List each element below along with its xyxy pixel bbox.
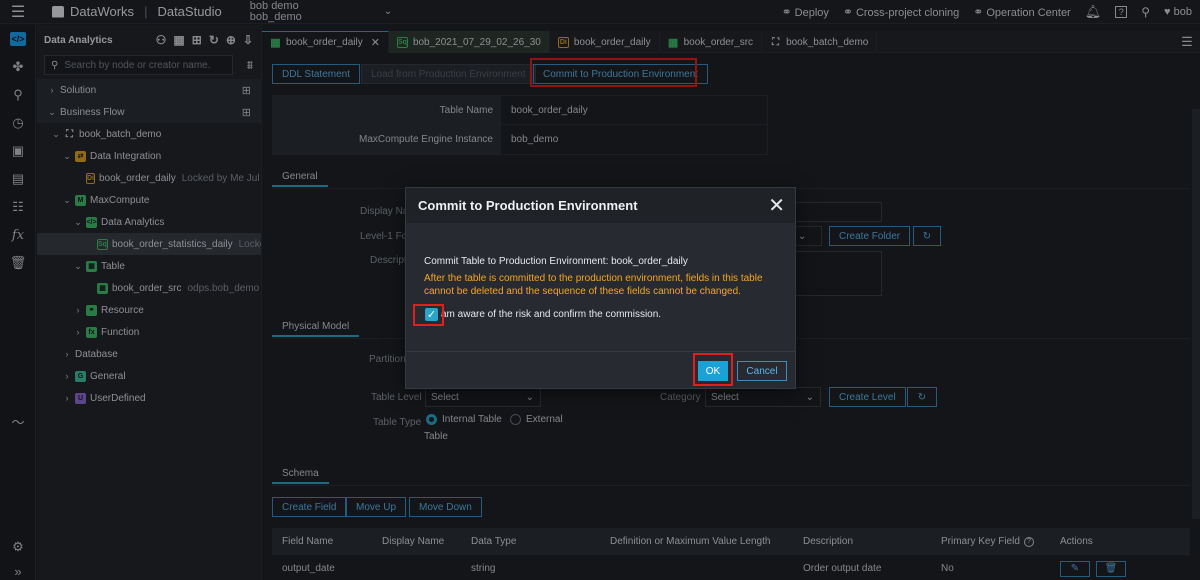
commit-dialog: Commit to Production Environment ✕ Commi… [405, 187, 796, 389]
risk-confirm-checkbox[interactable]: ✓ am aware of the risk and confirm the c… [424, 308, 777, 321]
dialog-body: Commit Table to Production Environment: … [406, 256, 795, 321]
warning-text: After the table is committed to the prod… [424, 273, 763, 297]
risk-confirm-label: am aware of the risk and confirm the com… [441, 309, 662, 320]
dialog-footer: OK Cancel [406, 351, 795, 388]
dialog-title: Commit to Production Environment [418, 198, 638, 213]
close-icon[interactable]: ✕ [768, 196, 785, 216]
checkbox-highlight [413, 304, 444, 326]
cancel-button[interactable]: Cancel [737, 361, 787, 381]
commit-message: Commit Table to Production Environment: … [424, 256, 688, 267]
dialog-header: Commit to Production Environment ✕ [406, 188, 795, 223]
ok-highlight [693, 353, 733, 386]
